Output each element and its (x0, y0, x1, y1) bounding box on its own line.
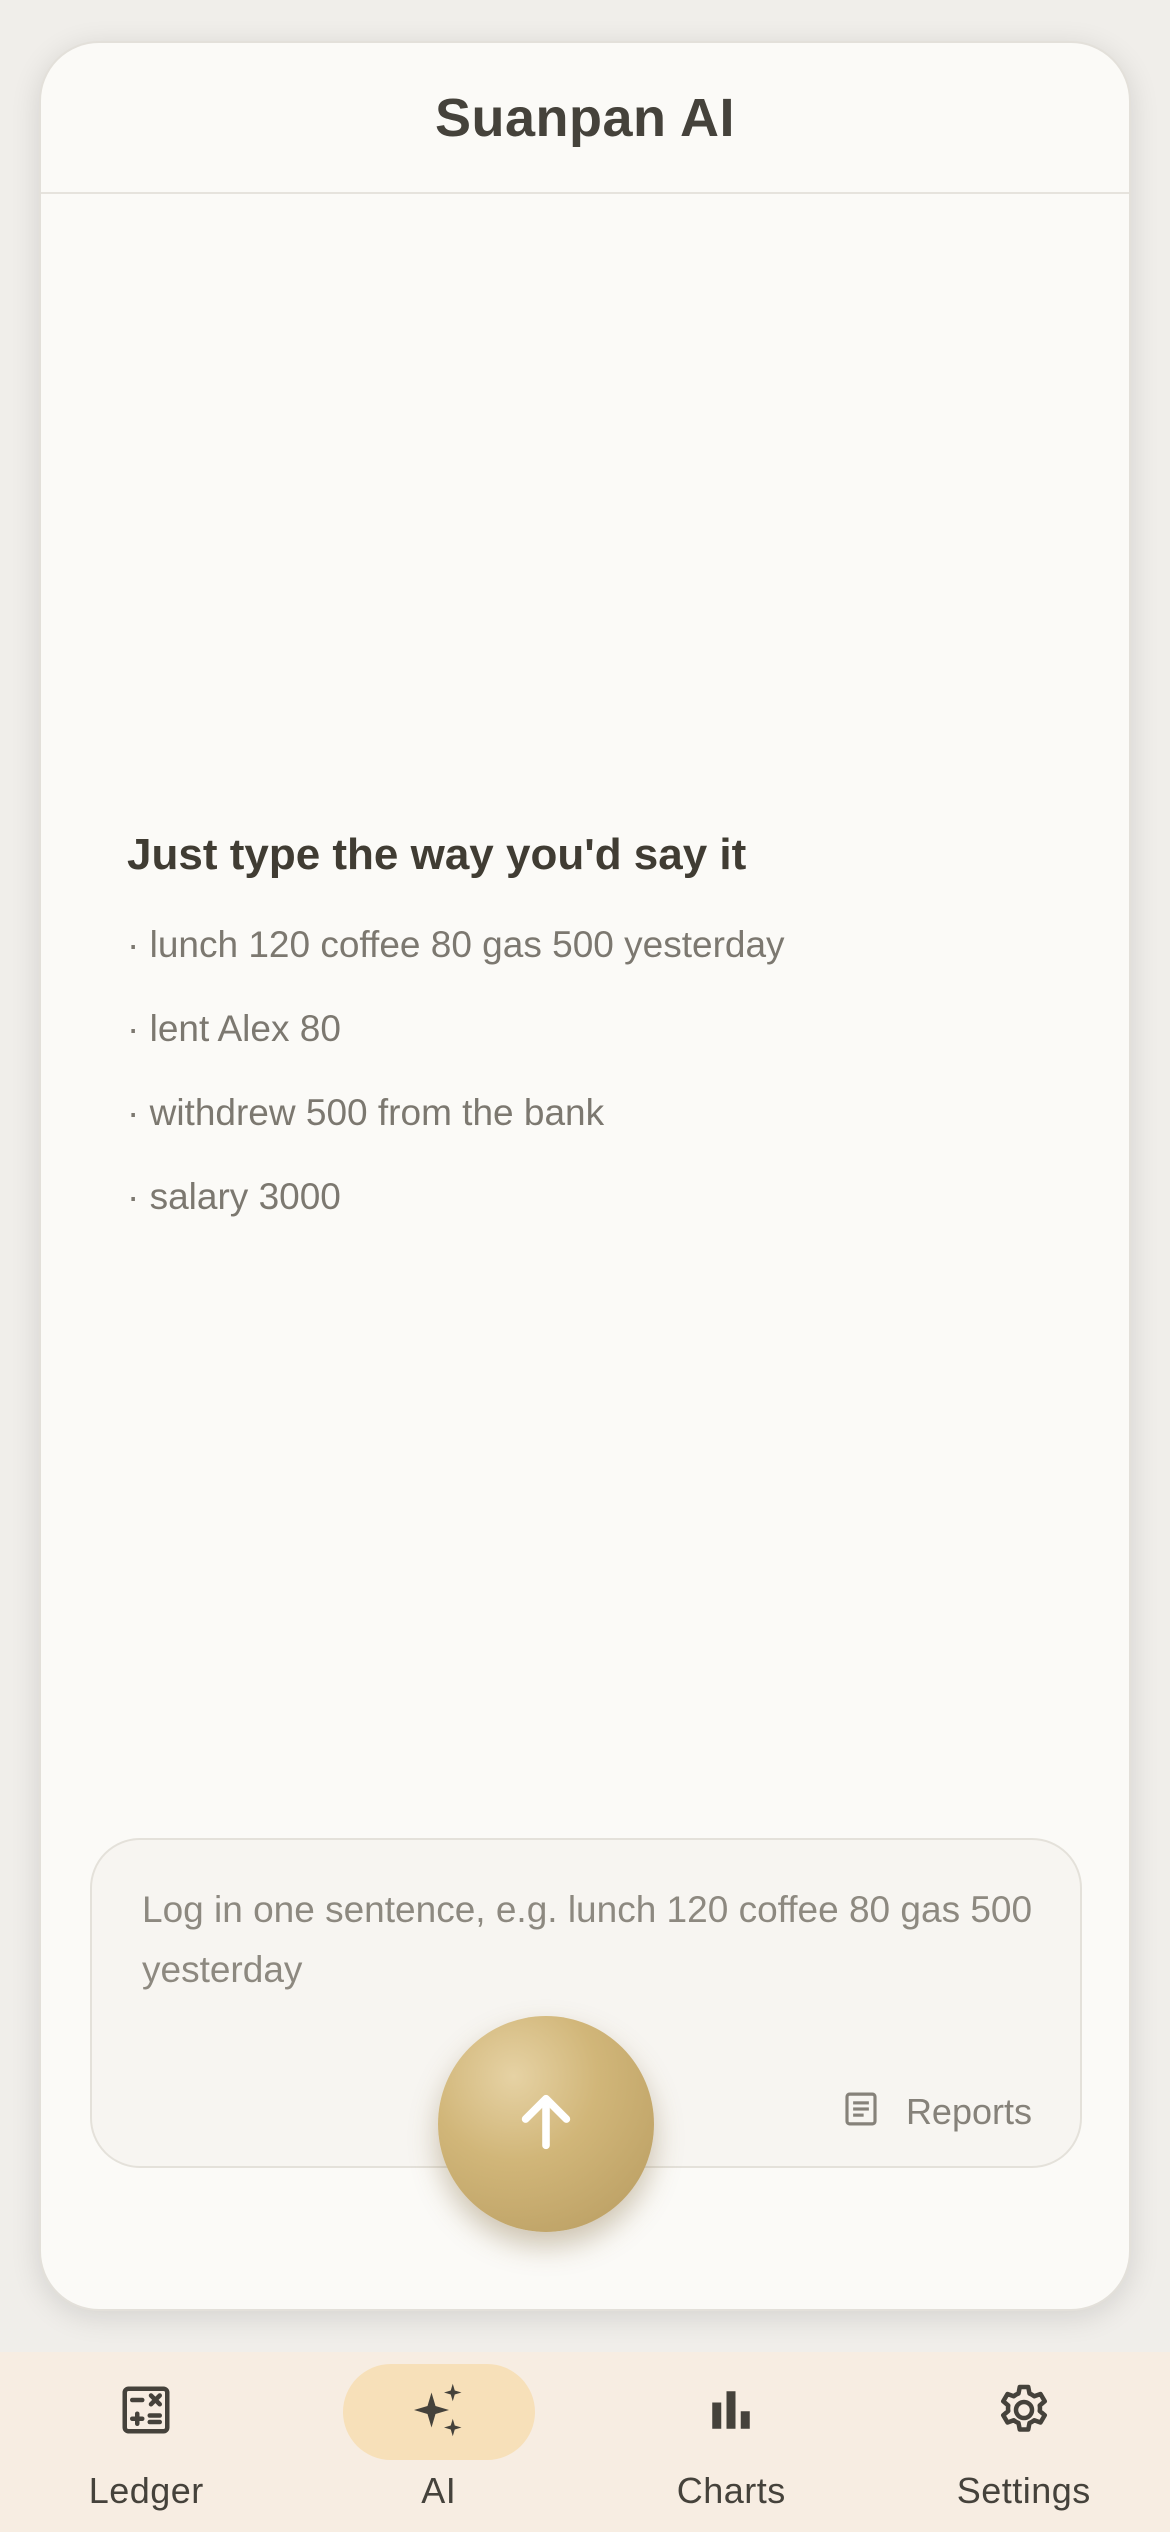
example-tips: Just type the way you'd say it · lunch 1… (127, 827, 1047, 1257)
nav-label: Ledger (88, 2470, 204, 2511)
tip-item: · lunch 120 coffee 80 gas 500 yesterday (127, 924, 785, 965)
message-input[interactable] (142, 1880, 1042, 2020)
reports-label: Reports (905, 2090, 1032, 2132)
arrow-up-icon (511, 2087, 581, 2162)
nav-label: Settings (956, 2470, 1091, 2511)
nav-item-ledger[interactable]: Ledger (0, 2352, 293, 2532)
page-title: Suanpan AI (434, 87, 736, 148)
nav-label: AI (421, 2470, 457, 2511)
tips-heading: Just type the way you'd say it (127, 830, 747, 879)
nav-item-charts[interactable]: Charts (585, 2352, 878, 2532)
chat-card: Suanpan AI Just type the way you'd say i… (39, 41, 1131, 2311)
header: Suanpan AI (41, 43, 1129, 194)
send-button[interactable] (438, 2016, 654, 2232)
tip-item: · withdrew 500 from the bank (127, 1092, 605, 1133)
bar-chart-icon (701, 2380, 761, 2445)
nav-item-ai[interactable]: AI (293, 2352, 586, 2532)
bottom-nav: Ledger AI Charts Settings (0, 2352, 1170, 2532)
document-icon (840, 2088, 882, 2135)
nav-label: Charts (676, 2470, 786, 2511)
tip-item: · salary 3000 (127, 1176, 341, 1217)
calculator-icon (116, 2380, 176, 2445)
sparkles-icon (409, 2380, 469, 2445)
gear-icon (994, 2380, 1054, 2445)
tip-item: · lent Alex 80 (127, 1008, 341, 1049)
reports-button[interactable]: Reports (840, 2088, 1032, 2135)
nav-item-settings[interactable]: Settings (878, 2352, 1170, 2532)
